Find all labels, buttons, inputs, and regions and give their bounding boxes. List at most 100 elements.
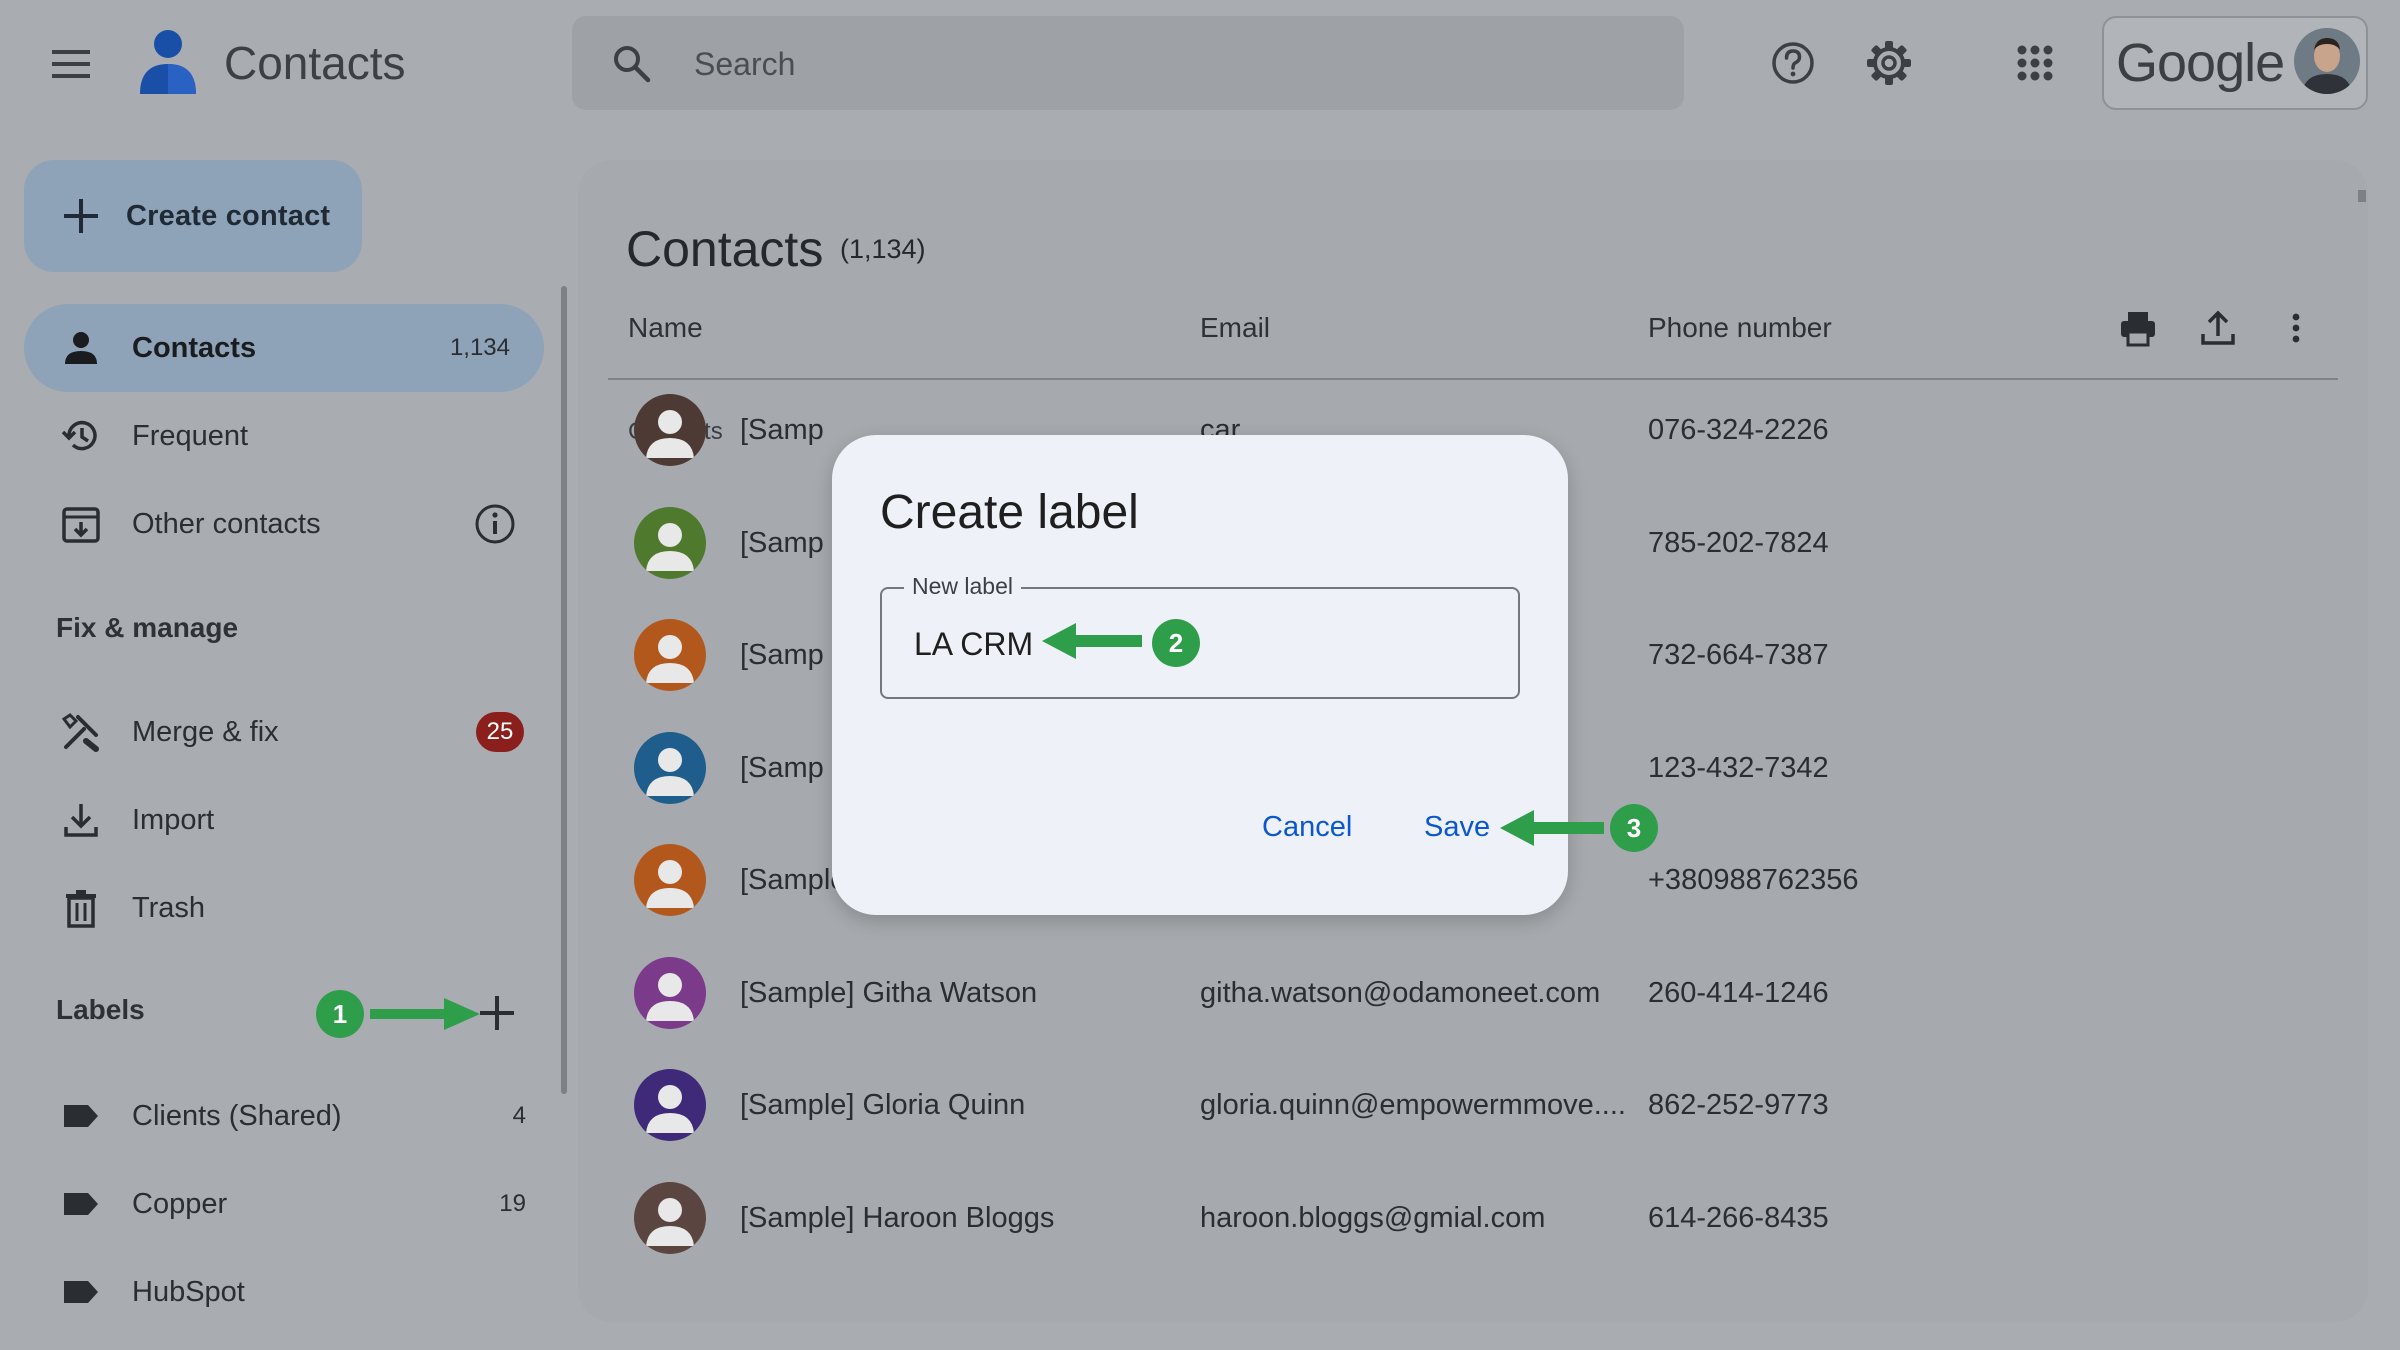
contact-avatar bbox=[634, 619, 706, 691]
sidebar-label-copper[interactable]: Copper 19 bbox=[24, 1160, 544, 1248]
contact-email: haroon.bloggs@gmial.com bbox=[1200, 1201, 1546, 1234]
help-icon bbox=[1772, 42, 1814, 84]
sidebar-item-trash[interactable]: Trash bbox=[24, 864, 544, 952]
sidebar-item-label: Frequent bbox=[132, 419, 249, 452]
tools-icon bbox=[61, 713, 99, 752]
sidebar-item-label: Copper bbox=[132, 1187, 228, 1220]
contact-name: [Sample] Haroon Bloggs bbox=[740, 1201, 1055, 1234]
sidebar-item-label: Clients (Shared) bbox=[132, 1099, 342, 1132]
sidebar-item-label: Merge & fix bbox=[132, 715, 279, 748]
info-icon[interactable] bbox=[474, 503, 516, 545]
contact-phone: 076-324-2226 bbox=[1648, 414, 1829, 446]
export-button[interactable] bbox=[2198, 308, 2238, 348]
plus-icon bbox=[480, 996, 514, 1030]
fix-manage-heading: Fix & manage bbox=[56, 612, 239, 643]
callout-marker: 2 bbox=[1152, 619, 1200, 667]
google-wordmark: Google bbox=[2116, 33, 2285, 93]
sidebar-item-label: HubSpot bbox=[132, 1275, 245, 1308]
create-contact-button[interactable]: Create contact bbox=[24, 160, 362, 272]
table-row[interactable]: [Sample] Haroon Bloggs haroon.bloggs@gmia… bbox=[608, 1168, 2338, 1268]
arrow-left-icon bbox=[1042, 621, 1142, 661]
search-icon[interactable] bbox=[610, 42, 652, 84]
contacts-logo-icon bbox=[136, 28, 200, 98]
column-header-phone[interactable]: Phone number bbox=[1648, 312, 1832, 344]
account-switcher[interactable]: Google bbox=[2102, 16, 2368, 110]
search-bar[interactable] bbox=[572, 16, 1684, 112]
main-menu-button[interactable] bbox=[50, 44, 94, 84]
sidebar-scrollbar[interactable] bbox=[561, 286, 567, 1094]
cancel-button[interactable]: Cancel bbox=[1262, 811, 1352, 844]
labels-heading: Labels bbox=[56, 994, 145, 1025]
label-tag-icon bbox=[64, 1281, 98, 1303]
contact-avatar bbox=[634, 506, 706, 579]
sidebar-item-label: Other contacts bbox=[132, 507, 321, 540]
gear-icon bbox=[1867, 41, 1911, 85]
history-icon bbox=[61, 420, 97, 451]
arrow-right-icon bbox=[370, 998, 480, 1030]
sidebar-label-hubspot[interactable]: HubSpot bbox=[24, 1248, 544, 1336]
new-label-field[interactable]: New label bbox=[880, 573, 1520, 699]
more-options-button[interactable] bbox=[2276, 308, 2316, 348]
settings-button[interactable] bbox=[1864, 38, 1914, 88]
contact-email: githa.watson@odamoneet.com bbox=[1200, 976, 1601, 1009]
column-header-email[interactable]: Email bbox=[1200, 312, 1270, 344]
contact-avatar bbox=[634, 1181, 706, 1254]
column-header-name[interactable]: Name bbox=[628, 312, 703, 344]
table-row[interactable]: [Sample] Githa Watson githa.watson@odamon… bbox=[608, 943, 2338, 1043]
contact-name: [Sample] Gloria Quinn bbox=[740, 1089, 1026, 1121]
contact-avatar bbox=[634, 844, 706, 916]
contacts-count: 1,134 bbox=[449, 334, 510, 361]
sidebar-item-contacts[interactable]: Contacts 1,134 bbox=[24, 304, 544, 392]
page-title: Contacts bbox=[626, 221, 824, 277]
hamburger-icon bbox=[52, 50, 90, 78]
print-icon bbox=[2121, 312, 2155, 347]
contact-avatar bbox=[634, 1069, 706, 1141]
page-count: (1,134) bbox=[840, 234, 926, 264]
contact-phone: 785-202-7824 bbox=[1648, 526, 1829, 559]
save-button[interactable]: Save bbox=[1424, 811, 1490, 844]
label-tag-icon bbox=[64, 1193, 98, 1215]
apps-grid-icon bbox=[2017, 45, 2053, 81]
contact-phone: +380988762356 bbox=[1648, 864, 1859, 896]
search-input[interactable] bbox=[692, 16, 1656, 112]
panel-scrollbar[interactable] bbox=[2358, 190, 2366, 202]
contact-avatar bbox=[634, 731, 706, 804]
sidebar-item-label: Contacts bbox=[132, 331, 257, 364]
contact-name: [Sample] Githa Watson bbox=[740, 976, 1038, 1009]
contact-name: [Samp bbox=[740, 526, 824, 559]
add-label-button[interactable] bbox=[476, 992, 518, 1034]
callout-marker: 1 bbox=[316, 990, 364, 1038]
sidebar-item-label: Import bbox=[132, 803, 215, 836]
label-count: 4 bbox=[512, 1102, 526, 1129]
app-title: Contacts bbox=[224, 37, 406, 89]
contact-phone: 862-252-9773 bbox=[1648, 1089, 1829, 1121]
sidebar-item-frequent[interactable]: Frequent bbox=[24, 392, 544, 480]
label-count: 19 bbox=[499, 1190, 526, 1217]
user-avatar[interactable] bbox=[2294, 28, 2360, 94]
contact-name: [Samp bbox=[740, 414, 824, 446]
contact-avatar bbox=[634, 394, 706, 466]
label-tag-icon bbox=[64, 1105, 98, 1127]
plus-icon bbox=[64, 199, 98, 233]
person-icon bbox=[65, 332, 97, 364]
sidebar-item-merge-fix[interactable]: Merge & fix bbox=[24, 688, 544, 776]
callout-marker: 3 bbox=[1610, 804, 1658, 852]
dialog-title: Create label bbox=[880, 486, 1139, 539]
contact-phone: 123-432-7342 bbox=[1648, 751, 1829, 784]
import-icon bbox=[64, 804, 98, 837]
help-button[interactable] bbox=[1768, 38, 1818, 88]
contact-phone: 260-414-1246 bbox=[1648, 976, 1829, 1009]
sidebar-item-import[interactable]: Import bbox=[24, 776, 544, 864]
export-icon bbox=[2201, 310, 2235, 345]
print-button[interactable] bbox=[2118, 308, 2158, 348]
merge-count-badge: 25 bbox=[476, 712, 524, 752]
create-label-dialog: Create label New label 2 Cancel Save bbox=[832, 435, 1568, 915]
sidebar-label-clients-shared[interactable]: Clients (Shared) 4 bbox=[24, 1072, 544, 1160]
trash-icon bbox=[66, 890, 96, 928]
contact-phone: 614-266-8435 bbox=[1648, 1201, 1829, 1234]
sidebar-item-other-contacts[interactable]: Other contacts bbox=[24, 480, 544, 568]
table-row[interactable]: [Sample] Gloria Quinn gloria.quinn@empowe… bbox=[608, 1055, 2338, 1155]
apps-button[interactable] bbox=[2010, 38, 2060, 88]
contact-name: [Samp bbox=[740, 751, 824, 784]
contact-phone: 732-664-7387 bbox=[1648, 639, 1829, 671]
